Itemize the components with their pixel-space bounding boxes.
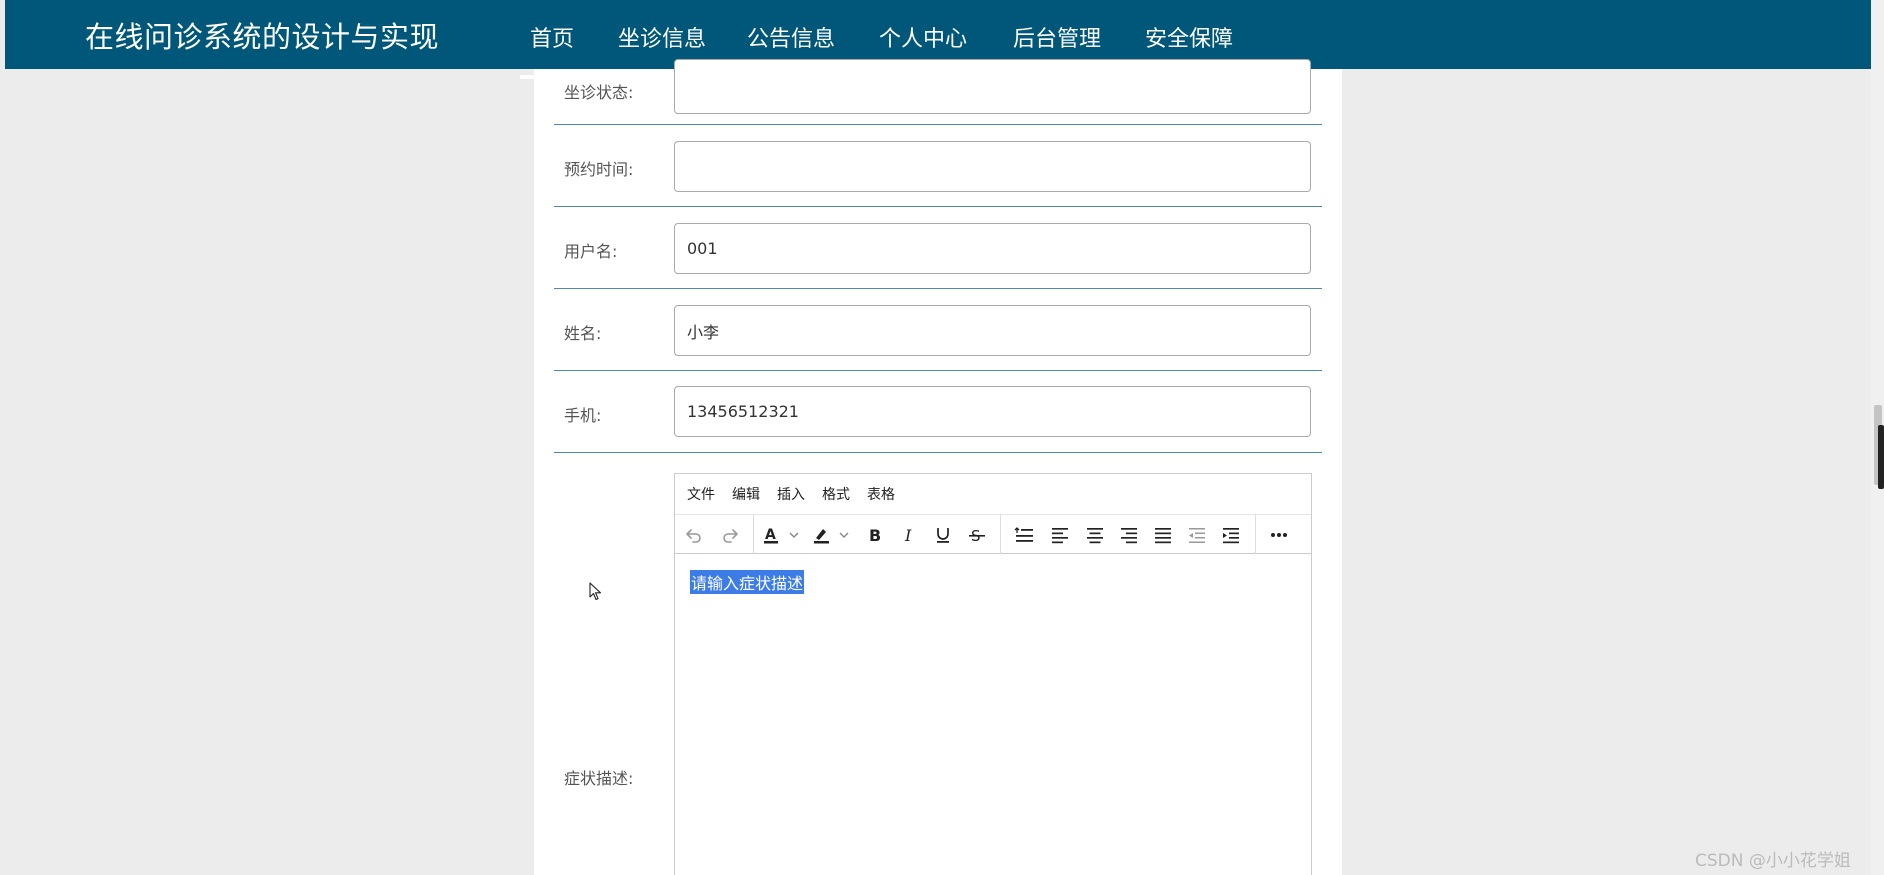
- editor-toolbar: A B I S: [675, 514, 1311, 554]
- align-center-icon[interactable]: [1082, 523, 1108, 547]
- symptom-label: 症状描述:: [564, 769, 634, 788]
- nav-security[interactable]: 安全保障: [1145, 21, 1233, 53]
- more-icon[interactable]: [1266, 523, 1292, 547]
- menu-insert[interactable]: 插入: [777, 484, 805, 504]
- indent-icon[interactable]: [1218, 523, 1244, 547]
- bold-icon[interactable]: B: [862, 523, 888, 547]
- mouse-pointer-icon: [589, 582, 603, 602]
- page-scrollbar[interactable]: [1871, 0, 1884, 875]
- status-input[interactable]: [674, 59, 1311, 114]
- nav-personal-center[interactable]: 个人中心: [879, 21, 967, 53]
- appointment-time-input[interactable]: [674, 141, 1311, 192]
- site-title: 在线问诊系统的设计与实现: [85, 20, 440, 54]
- svg-text:A: A: [765, 527, 776, 543]
- toolbar-divider: [1000, 515, 1001, 554]
- toolbar-divider: [753, 515, 754, 554]
- appointment-time-label: 预约时间:: [564, 160, 634, 179]
- text-color-icon[interactable]: A: [761, 523, 805, 547]
- nav-home[interactable]: 首页: [519, 21, 585, 79]
- name-input[interactable]: 小李: [674, 305, 1311, 356]
- undo-icon[interactable]: [681, 523, 707, 547]
- nav-admin[interactable]: 后台管理: [1013, 21, 1101, 53]
- phone-input[interactable]: 13456512321: [674, 386, 1311, 437]
- editor-menubar: 文件 编辑 插入 格式 表格: [675, 474, 1311, 514]
- editor-content-area[interactable]: 请输入症状描述: [675, 555, 1311, 875]
- svg-text:I: I: [904, 526, 912, 545]
- name-label: 姓名:: [564, 324, 602, 343]
- underline-icon[interactable]: [930, 523, 956, 547]
- italic-icon[interactable]: I: [896, 523, 922, 547]
- status-label: 坐诊状态:: [564, 83, 634, 102]
- align-left-icon[interactable]: [1047, 523, 1073, 547]
- toolbar-divider: [1255, 515, 1256, 554]
- watermark: CSDN @小小花学姐: [1695, 851, 1851, 871]
- username-input[interactable]: 001: [674, 223, 1311, 274]
- strikethrough-icon[interactable]: S: [964, 523, 990, 547]
- form-row-status: 坐诊状态:: [554, 59, 1322, 125]
- form-row-phone: 手机: 13456512321: [554, 372, 1322, 453]
- symptom-placeholder-selected: 请输入症状描述: [690, 570, 805, 594]
- line-height-icon[interactable]: [1011, 523, 1037, 547]
- symptom-editor: 文件 编辑 插入 格式 表格 A B I S 请输入症状描述: [674, 473, 1312, 875]
- form-panel: 坐诊状态: 预约时间: 用户名: 001 姓名: 小李 手机: 13456512…: [534, 59, 1342, 875]
- nav-announcements[interactable]: 公告信息: [747, 21, 835, 53]
- align-right-icon[interactable]: [1116, 523, 1142, 547]
- highlight-color-icon[interactable]: [811, 523, 855, 547]
- svg-text:B: B: [869, 526, 881, 545]
- form-row-username: 用户名: 001: [554, 208, 1322, 289]
- menu-table[interactable]: 表格: [867, 484, 895, 504]
- redo-icon[interactable]: [717, 523, 743, 547]
- form-row-appointment-time: 预约时间:: [554, 126, 1322, 207]
- menu-file[interactable]: 文件: [687, 484, 715, 504]
- form-row-name: 姓名: 小李: [554, 290, 1322, 371]
- username-label: 用户名:: [564, 242, 618, 261]
- menu-edit[interactable]: 编辑: [732, 484, 760, 504]
- outdent-icon[interactable]: [1184, 523, 1210, 547]
- menu-format[interactable]: 格式: [822, 484, 850, 504]
- nav-consultation-info[interactable]: 坐诊信息: [618, 21, 706, 53]
- align-justify-icon[interactable]: [1150, 523, 1176, 547]
- phone-label: 手机:: [564, 406, 602, 425]
- scrollbar-edge: [1878, 425, 1884, 489]
